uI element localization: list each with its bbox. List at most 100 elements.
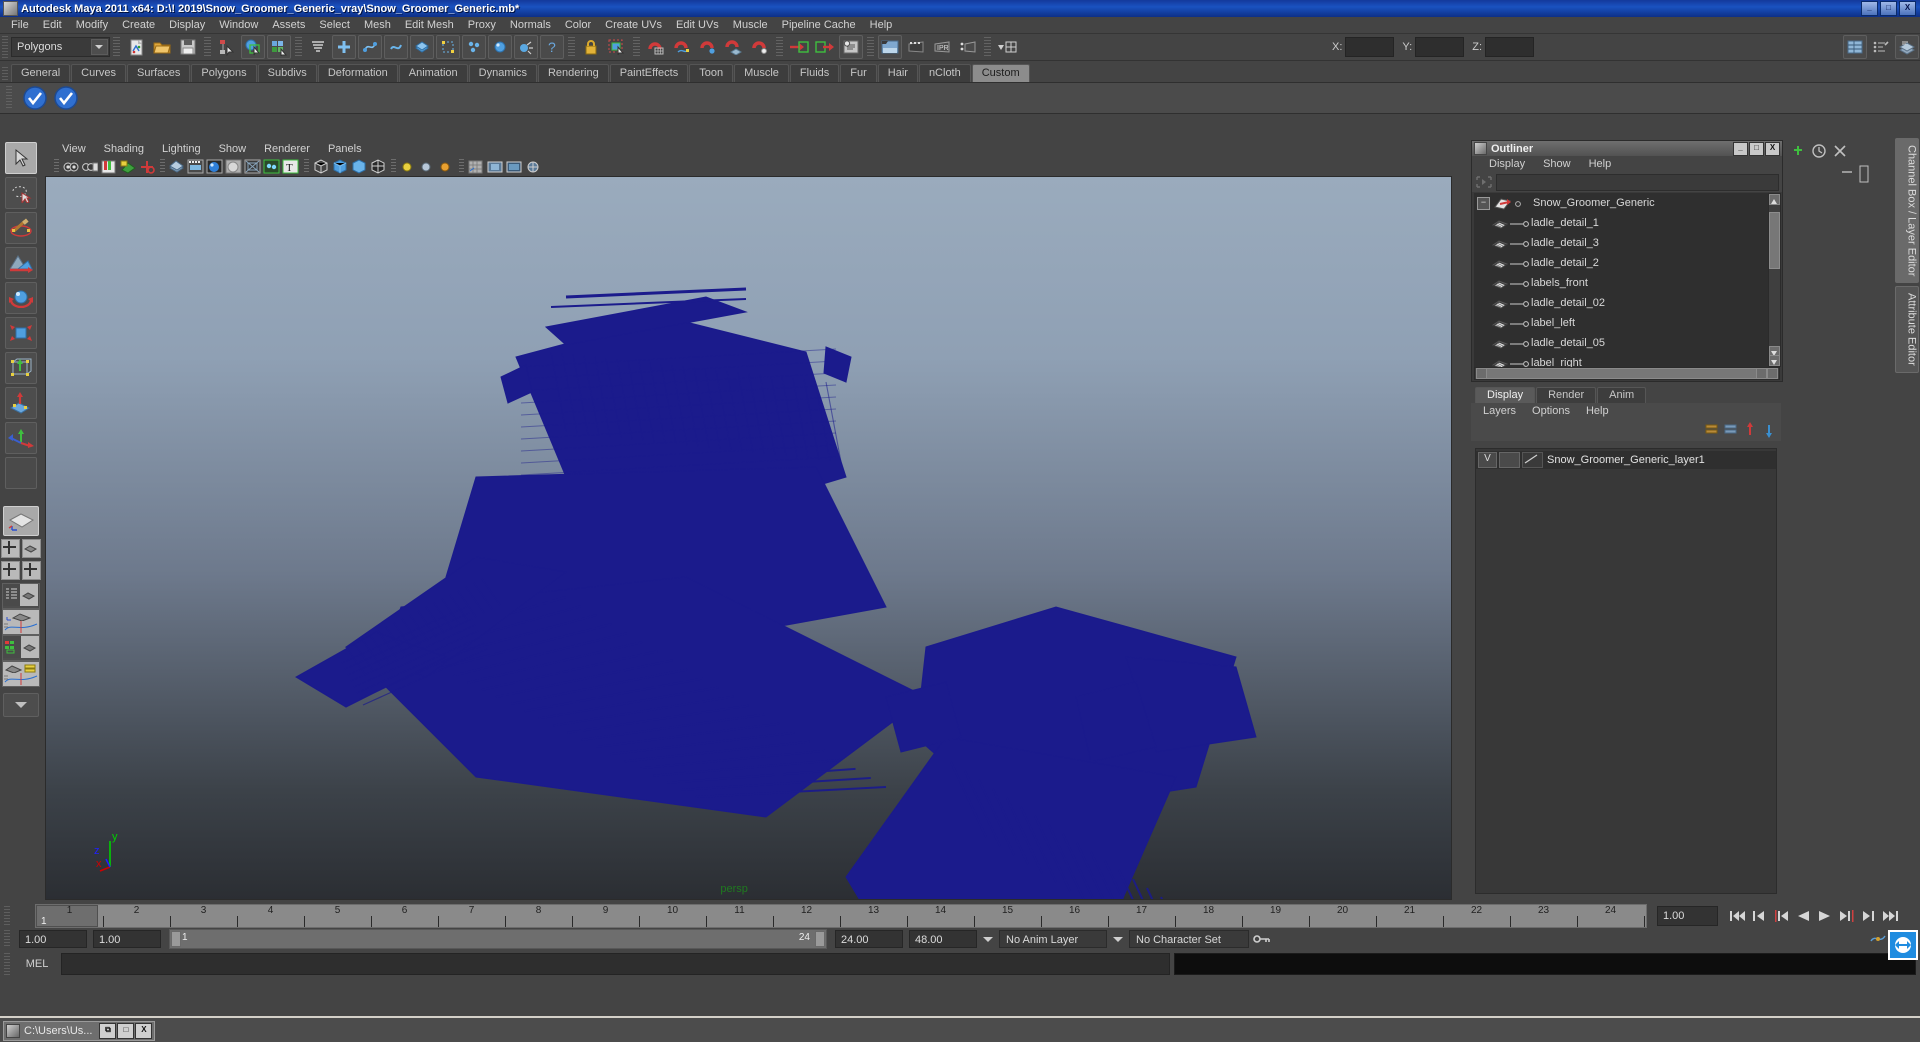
shelf-tab-subdivs[interactable]: Subdivs xyxy=(257,64,317,82)
outliner-row[interactable]: ladle_detail_1 xyxy=(1474,213,1770,233)
menu-item-color[interactable]: Color xyxy=(558,17,598,33)
layer-row[interactable]: V Snow_Groomer_Generic_layer1 xyxy=(1476,451,1776,469)
shelf-tab-toon[interactable]: Toon xyxy=(689,64,734,82)
select-polygons-icon[interactable] xyxy=(410,35,434,59)
snap-to-point-icon[interactable] xyxy=(696,35,720,59)
key-icon[interactable] xyxy=(1253,931,1270,948)
hypershade-persp-layout[interactable] xyxy=(1,635,40,661)
show-tool-settings-icon[interactable] xyxy=(1895,35,1920,59)
show-attribute-editor-icon[interactable] xyxy=(1869,35,1893,59)
shelf-tab-general[interactable]: General xyxy=(11,64,71,82)
menu-item-file[interactable]: File xyxy=(4,17,36,33)
taskbar-close-button[interactable]: X xyxy=(135,1023,153,1039)
chevron-down-icon[interactable] xyxy=(980,931,996,947)
time-slider-track[interactable]: 1 1 2 3 4 5 6 7 8 9 10 11 12 13 14 15 16 17 18 19 20 21 22 23 2… xyxy=(35,904,1647,928)
new-scene-icon[interactable] xyxy=(124,35,148,59)
selection-mask-icon[interactable] xyxy=(306,35,330,59)
step-back-keyframe-button[interactable] xyxy=(1748,906,1770,926)
viewport-menu-panels[interactable]: Panels xyxy=(319,143,371,155)
outliner-row[interactable]: ladle_detail_05 xyxy=(1474,333,1770,353)
shelf-tab-muscle[interactable]: Muscle xyxy=(734,64,789,82)
menu-item-create[interactable]: Create xyxy=(115,17,162,33)
move-tool[interactable] xyxy=(4,247,37,279)
command-line-grip[interactable] xyxy=(4,953,10,975)
history-clock-icon[interactable] xyxy=(1811,142,1827,159)
anim-layer-combo[interactable]: No Anim Layer xyxy=(999,930,1107,948)
shelf-tab-custom[interactable]: Custom xyxy=(971,64,1030,82)
outliner-menu-display[interactable]: Display xyxy=(1480,158,1534,170)
step-forward-frame-button[interactable] xyxy=(1836,906,1858,926)
menu-item-normals[interactable]: Normals xyxy=(503,17,558,33)
grid-toggle-icon[interactable] xyxy=(467,158,484,175)
menu-set-selector[interactable]: Polygons xyxy=(11,37,110,57)
snap-to-grid-icon[interactable] xyxy=(644,35,668,59)
shelf-tab-ncloth[interactable]: nCloth xyxy=(918,64,971,82)
range-start-field[interactable]: 1.00 xyxy=(19,930,87,948)
ipr-render-icon[interactable]: IPR xyxy=(930,35,954,59)
layer-move-down-icon[interactable] xyxy=(1761,422,1777,438)
outliner-row-root[interactable]: − Snow_Groomer_Generic xyxy=(1474,193,1770,213)
exposure-icon[interactable] xyxy=(524,158,541,175)
hscroll-right-arrow-1[interactable] xyxy=(1756,368,1767,379)
menu-item-display[interactable]: Display xyxy=(162,17,212,33)
shelf-tab-painteffects[interactable]: PaintEffects xyxy=(609,64,689,82)
custom-shelf-button-1[interactable] xyxy=(22,85,48,111)
layer-tab-display[interactable]: Display xyxy=(1475,387,1536,403)
snap-to-plane-icon[interactable] xyxy=(722,35,746,59)
expand-collapse-icon[interactable]: − xyxy=(1477,196,1490,210)
snap-to-curve-icon[interactable] xyxy=(670,35,694,59)
character-set-combo[interactable]: No Character Set xyxy=(1129,930,1249,948)
hardware-texturing-icon[interactable] xyxy=(206,158,223,175)
outliner-persp-layout[interactable] xyxy=(1,583,40,609)
outliner-row[interactable]: label_right xyxy=(1474,353,1770,367)
viewport-menu-shading[interactable]: Shading xyxy=(95,143,153,155)
viewport-menu-show[interactable]: Show xyxy=(210,143,256,155)
irr-render-icon[interactable] xyxy=(904,35,928,59)
outliner-menu-help[interactable]: Help xyxy=(1580,158,1621,170)
viewport-menu-lighting[interactable]: Lighting xyxy=(153,143,210,155)
hscroll-left-arrow[interactable] xyxy=(1476,368,1487,379)
light-all-icon[interactable] xyxy=(418,158,435,175)
smooth-cube-icon[interactable] xyxy=(350,158,367,175)
shelf-tab-surfaces[interactable]: Surfaces xyxy=(126,64,191,82)
shelf-tab-curves[interactable]: Curves xyxy=(71,64,126,82)
smooth-shade-all-icon[interactable] xyxy=(187,158,204,175)
layer-visibility-toggle[interactable]: V xyxy=(1478,452,1497,468)
open-scene-icon[interactable] xyxy=(150,35,174,59)
camera-attributes-icon[interactable] xyxy=(81,158,98,175)
four-view-layout[interactable] xyxy=(0,539,20,558)
teamviewer-badge-icon[interactable] xyxy=(1888,930,1918,960)
persp-outliner-layout[interactable] xyxy=(21,539,41,558)
outliner-maximize-button[interactable]: □ xyxy=(1749,141,1764,156)
outliner-row[interactable]: ladle_detail_2 xyxy=(1474,253,1770,273)
layer-toggle-icon[interactable] xyxy=(1723,422,1739,438)
layer-list[interactable]: V Snow_Groomer_Generic_layer1 xyxy=(1475,448,1777,894)
menu-item-help[interactable]: Help xyxy=(863,17,900,33)
menu-item-edit-mesh[interactable]: Edit Mesh xyxy=(398,17,461,33)
isolate-select-icon[interactable] xyxy=(312,158,329,175)
menu-item-assets[interactable]: Assets xyxy=(265,17,312,33)
minimize-button[interactable]: _ xyxy=(1861,1,1878,16)
anim-start-field[interactable]: 24.00 xyxy=(835,930,903,948)
construction-history-off-icon[interactable] xyxy=(813,35,837,59)
command-input[interactable] xyxy=(61,953,1170,975)
menu-item-window[interactable]: Window xyxy=(212,17,265,33)
xray-mode-icon[interactable] xyxy=(263,158,280,175)
range-slider-left-handle[interactable] xyxy=(171,931,181,947)
outliner-vertical-scrollbar[interactable] xyxy=(1768,193,1781,367)
shelf-grip[interactable] xyxy=(2,67,8,82)
three-pane-layout[interactable] xyxy=(21,561,41,580)
play-backwards-button[interactable] xyxy=(1792,906,1814,926)
last-tool-used[interactable] xyxy=(4,457,37,489)
layer-move-up-icon[interactable] xyxy=(1742,422,1758,438)
layer-menu-options[interactable]: Options xyxy=(1524,405,1578,417)
render-current-frame-icon[interactable] xyxy=(878,35,902,59)
select-handles-icon[interactable] xyxy=(332,35,356,59)
menu-item-mesh[interactable]: Mesh xyxy=(357,17,398,33)
select-tool[interactable] xyxy=(4,142,37,174)
menu-item-pipeline-cache[interactable]: Pipeline Cache xyxy=(775,17,863,33)
select-by-component-type-icon[interactable] xyxy=(267,35,291,59)
layer-menu-layers[interactable]: Layers xyxy=(1475,405,1524,417)
outliner-close-button[interactable]: X xyxy=(1765,141,1780,156)
outliner-menu-show[interactable]: Show xyxy=(1534,158,1580,170)
